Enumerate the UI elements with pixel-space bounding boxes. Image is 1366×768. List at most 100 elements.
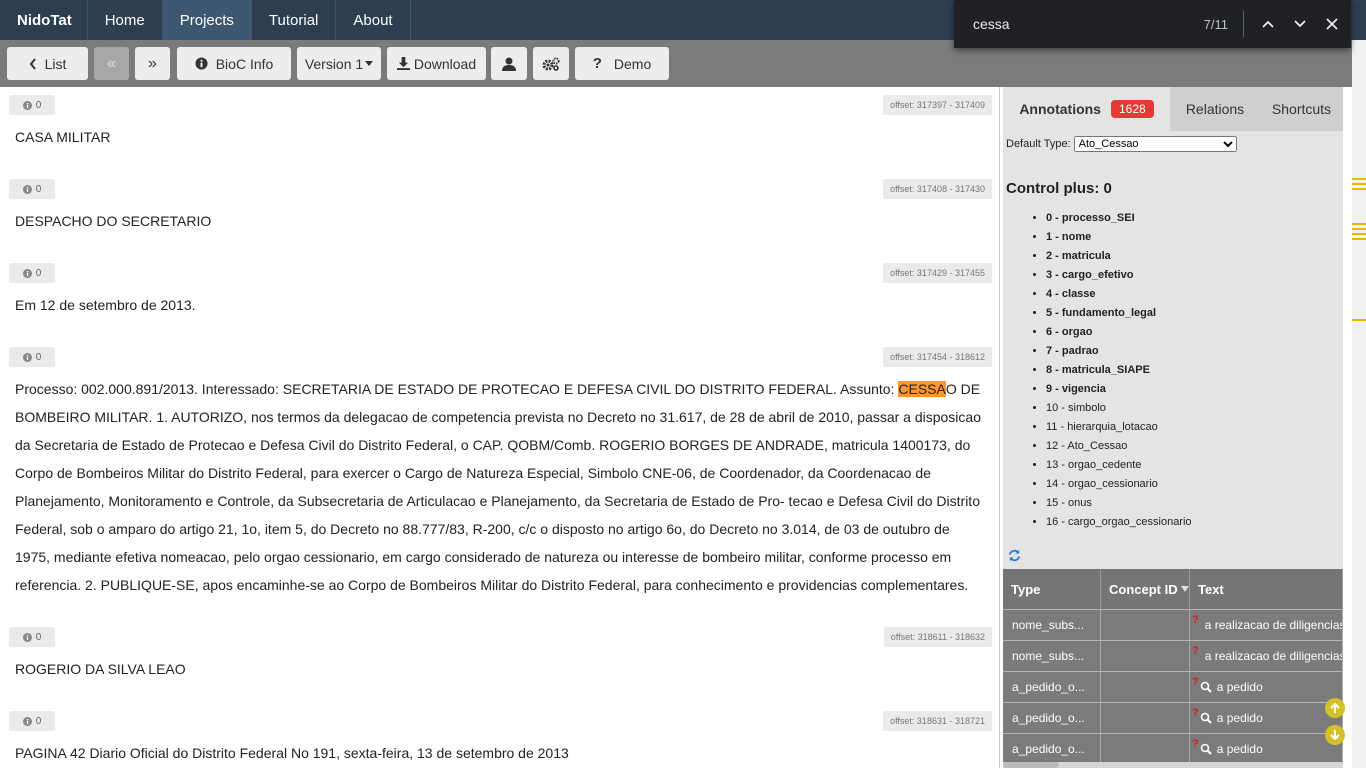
passage-offset: offset: 317397 - 317409 [883,95,992,115]
find-close-button[interactable] [1316,8,1348,40]
help-icon[interactable]: ? [1192,676,1199,688]
zoom-icon[interactable] [1200,681,1212,693]
download-button[interactable]: Download [387,47,486,80]
zoom-icon[interactable] [1200,712,1212,724]
column-header-text[interactable]: Text [1190,569,1343,609]
passage-text[interactable]: DESPACHO DO SECRETARIO [0,207,999,257]
type-shortcut-item[interactable]: 1 - nome [1046,228,1343,247]
passage-annotation-count: 0 [35,99,42,111]
nav-about[interactable]: About [335,0,411,40]
table-row[interactable]: nome_subs... ? a realizacao de diligenci… [1003,640,1343,671]
download-icon [396,57,410,70]
scroll-down-button[interactable] [1325,725,1345,745]
passage-info-button[interactable]: 0 [9,95,55,115]
page-vertical-scrollbar[interactable] [1352,40,1366,768]
row-type: nome_subs... [1003,641,1101,671]
passage-info-button[interactable]: 0 [9,179,55,199]
passage-info-button[interactable]: 0 [9,711,55,731]
info-circle-icon [22,268,32,278]
passage-text[interactable]: PAGINA 42 Diario Oficial do Distrito Fed… [0,739,999,768]
table-row[interactable]: a_pedido_o... ? a pedido [1003,671,1343,702]
passage: 0 offset: 317429 - 317455 Em 12 de setem… [0,257,999,341]
passage-info-button[interactable]: 0 [9,627,55,647]
help-icon[interactable]: ? [1192,614,1199,626]
passage-offset: offset: 318611 - 318632 [883,627,992,647]
refresh-button[interactable] [1008,549,1021,567]
version-dropdown[interactable]: Version 1 [297,47,381,80]
table-row[interactable]: nome_subs... ? a realizacao de diligenci… [1003,609,1343,640]
type-shortcut-item[interactable]: 4 - classe [1046,285,1343,304]
type-shortcut-list: 0 - processo_SEI 1 - nome 2 - matricula … [1003,209,1343,532]
default-type-select[interactable]: Ato_Cessao [1073,136,1237,152]
row-text-cell: ? a pedido [1190,672,1343,702]
passage-text[interactable]: Processo: 002.000.891/2013. Interessado:… [0,375,999,621]
column-header-concept-id[interactable]: Concept ID [1101,569,1190,609]
help-icon[interactable]: ? [1192,707,1199,719]
passage-text[interactable]: Em 12 de setembro de 2013. [0,291,999,341]
tab-relations[interactable]: Relations [1170,87,1260,131]
next-document-button[interactable]: » [135,47,170,80]
previous-document-button[interactable]: « [94,47,129,80]
row-text: a pedido [1216,742,1263,756]
find-next-button[interactable] [1284,8,1316,40]
settings-button[interactable] [533,47,569,80]
type-shortcut-item[interactable]: 9 - vigencia [1046,380,1343,399]
column-header-type[interactable]: Type [1003,569,1101,609]
passage-text[interactable]: CASA MILITAR [0,123,999,173]
chevron-down-icon [1294,20,1306,28]
type-shortcut-item[interactable]: 7 - padrao [1046,342,1343,361]
passage-annotation-count: 0 [35,631,42,643]
document-passages: 0 offset: 317397 - 317409 CASA MILITAR 0… [0,87,1000,768]
type-shortcut-item[interactable]: 14 - orgao_cessionario [1046,475,1343,494]
scrollbar-thumb[interactable] [1003,762,1059,768]
passage-text[interactable]: ROGERIO DA SILVA LEAO [0,655,999,705]
nav-projects[interactable]: Projects [161,0,251,40]
find-previous-button[interactable] [1252,8,1284,40]
help-icon[interactable]: ? [1192,645,1199,657]
passage: 0 offset: 318631 - 318721 PAGINA 42 Diar… [0,705,999,768]
type-shortcut-item[interactable]: 13 - orgao_cedente [1046,456,1343,475]
find-bar: cessa 7/11 [954,0,1351,48]
demo-button[interactable]: ? Demo [575,47,669,80]
passage-text-before: Processo: 002.000.891/2013. Interessado:… [15,381,899,397]
table-row[interactable]: a_pedido_o... ? a pedido [1003,733,1343,764]
info-circle-icon [22,716,32,726]
version-label: Version 1 [304,55,364,72]
type-shortcut-item[interactable]: 10 - simbolo [1046,399,1343,418]
bioc-info-button[interactable]: BioC Info [177,47,291,80]
type-shortcut-item[interactable]: 11 - hierarquia_lotacao [1046,418,1343,437]
zoom-icon[interactable] [1200,743,1212,755]
type-shortcut-item[interactable]: 5 - fundamento_legal [1046,304,1343,323]
user-button[interactable] [491,47,527,80]
type-shortcut-item[interactable]: 15 - onus [1046,494,1343,513]
passage-text-after: O DE BOMBEIRO MILITAR. 1. AUTORIZO, nos … [15,381,981,593]
type-shortcut-item[interactable]: 3 - cargo_efetivo [1046,266,1343,285]
row-text: a realizacao de diligencias [1204,618,1343,632]
nav-tutorial[interactable]: Tutorial [250,0,335,40]
type-shortcut-item[interactable]: 0 - processo_SEI [1046,209,1343,228]
table-row[interactable]: a_pedido_o... ? a pedido [1003,702,1343,733]
row-text-cell: ? a pedido [1190,703,1343,733]
table-horizontal-scrollbar[interactable] [1003,762,1343,768]
search-marker [1352,188,1366,190]
type-shortcut-item[interactable]: 12 - Ato_Cessao [1046,437,1343,456]
tab-annotations[interactable]: Annotations 1628 [1003,87,1170,131]
passage-annotation-count: 0 [35,267,42,279]
nav-home[interactable]: Home [86,0,162,40]
tab-shortcuts[interactable]: Shortcuts [1260,87,1343,131]
demo-label: Demo [613,55,652,72]
scroll-up-button[interactable] [1325,698,1345,718]
type-shortcut-item[interactable]: 8 - matricula_SIAPE [1046,361,1343,380]
row-concept-id [1101,610,1190,640]
passage-info-button[interactable]: 0 [9,263,55,283]
passage-info-button[interactable]: 0 [9,347,55,367]
type-shortcut-item[interactable]: 2 - matricula [1046,247,1343,266]
find-input[interactable]: cessa [973,16,1183,32]
type-shortcut-item[interactable]: 6 - orgao [1046,323,1343,342]
help-icon[interactable]: ? [1192,738,1199,750]
caret-down-icon [365,61,374,66]
list-button[interactable]: List [7,47,88,80]
annotations-table: Type Concept ID Text nome_subs... ? a re… [1003,569,1343,764]
type-shortcut-item[interactable]: 16 - cargo_orgao_cessionario [1046,513,1343,532]
brand-logo[interactable]: NidoTat [0,0,87,40]
